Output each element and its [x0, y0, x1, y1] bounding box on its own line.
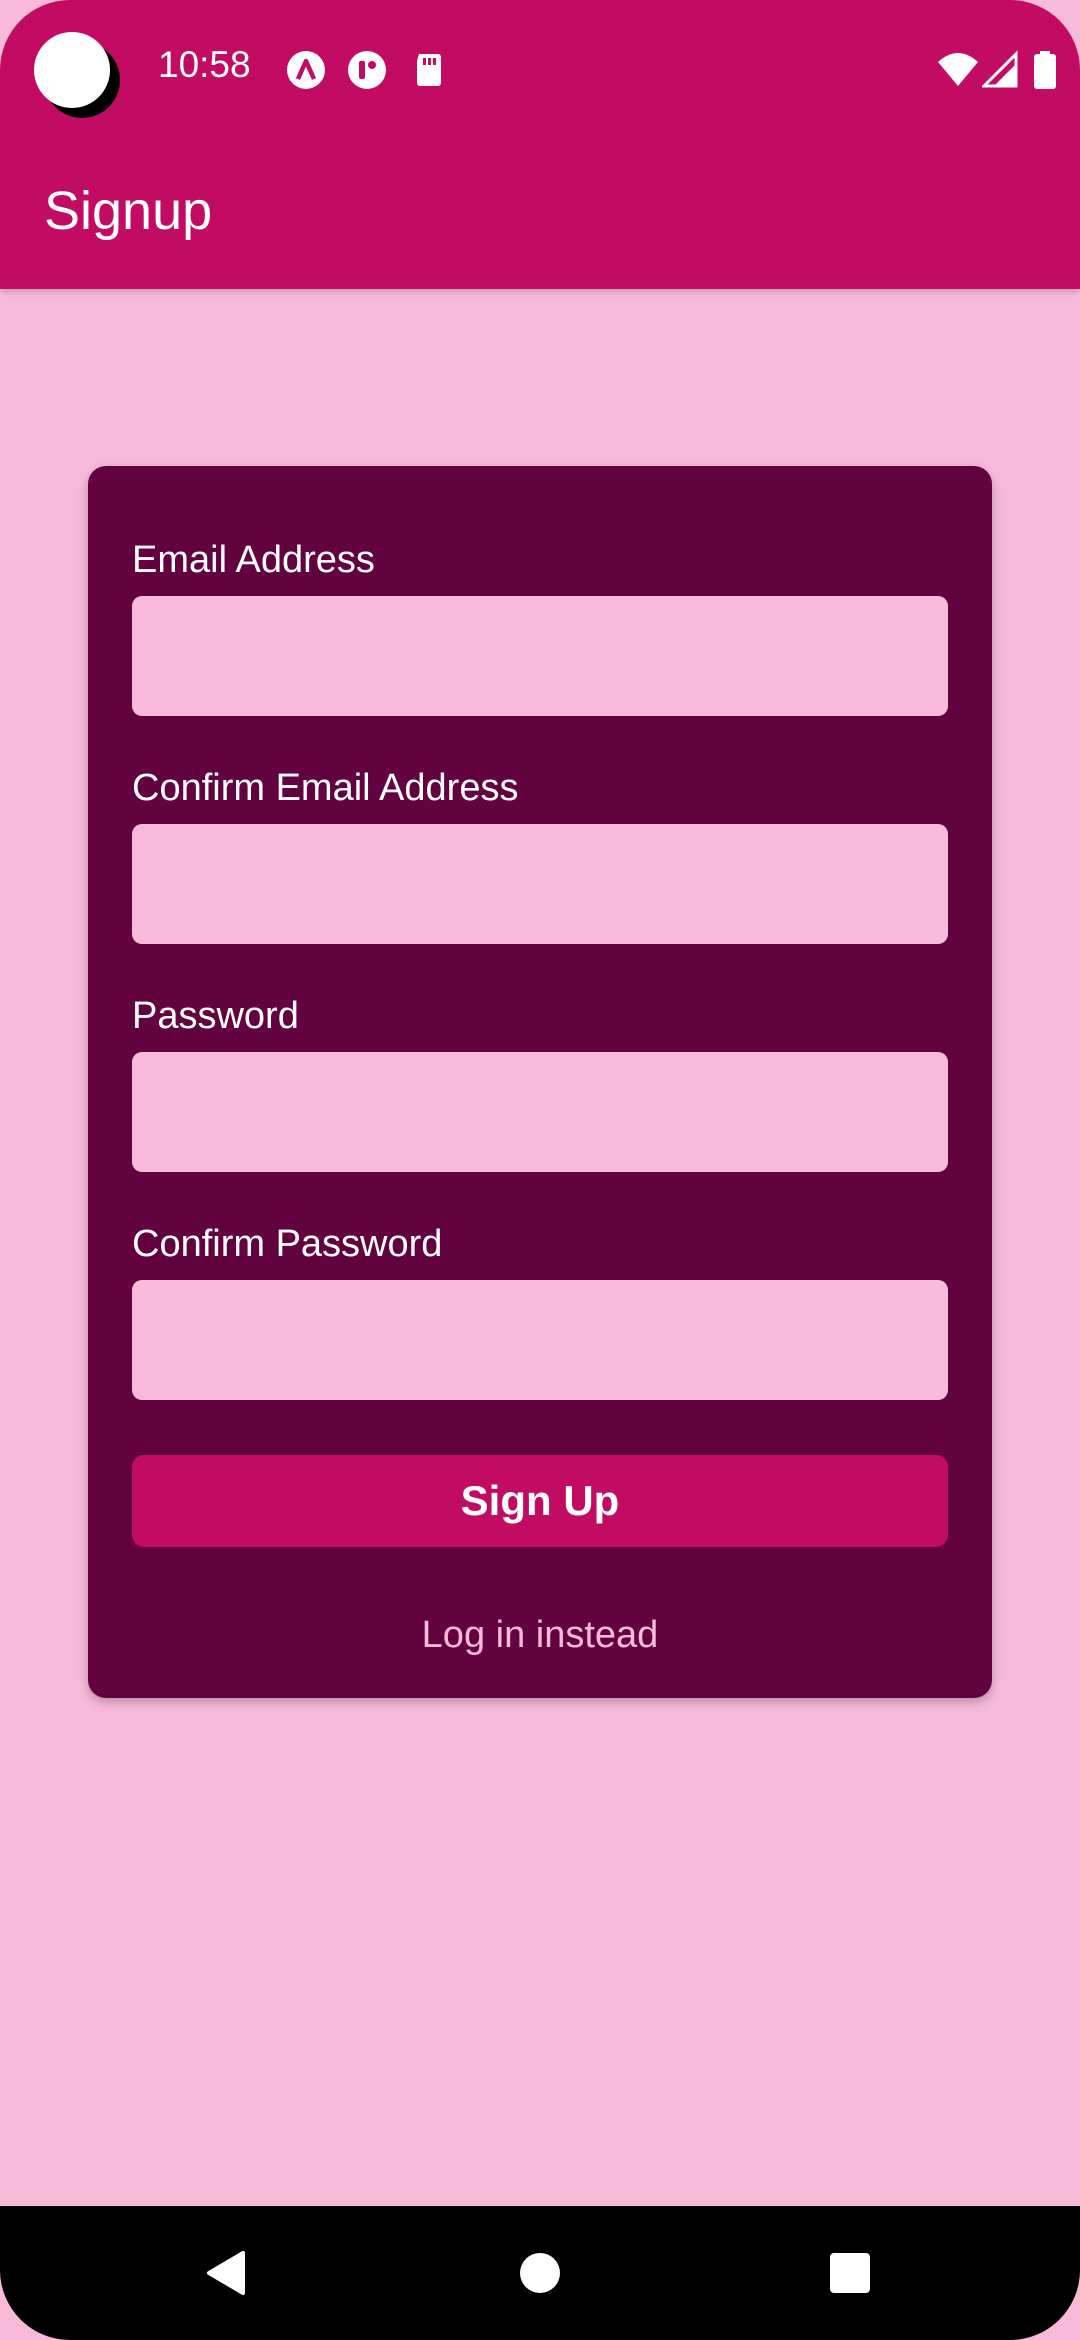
login-link[interactable]: Log in instead — [88, 1614, 992, 1657]
back-icon[interactable] — [190, 2206, 260, 2340]
top-app-bar: 10:58 Signup — [0, 0, 1080, 289]
status-time: 10:58 — [158, 44, 251, 85]
page-title: Signup — [44, 181, 213, 241]
signup-button[interactable]: Sign Up — [132, 1455, 948, 1547]
signup-card: Email Address Confirm Email Address Pass… — [88, 466, 992, 1698]
battery-icon — [1034, 51, 1056, 89]
wifi-icon — [938, 53, 978, 86]
password-label: Password — [132, 995, 299, 1037]
screen: 10:58 Signup Email Address Confirm Email… — [0, 0, 1080, 2340]
home-icon[interactable] — [505, 2206, 575, 2340]
email-field[interactable] — [132, 596, 948, 716]
navigation-bar — [0, 2206, 1080, 2340]
camera-cutout — [34, 32, 110, 108]
app-notification-icon — [287, 51, 325, 89]
confirm-password-field[interactable] — [132, 1280, 948, 1400]
password-field[interactable] — [132, 1052, 948, 1172]
confirm-email-field[interactable] — [132, 824, 948, 944]
email-label: Email Address — [132, 539, 375, 581]
app-notification-icon-2 — [348, 51, 386, 89]
confirm-email-label: Confirm Email Address — [132, 767, 519, 809]
recents-icon[interactable] — [815, 2206, 885, 2340]
cell-signal-icon — [982, 50, 1018, 88]
confirm-password-label: Confirm Password — [132, 1223, 443, 1265]
sd-card-icon — [417, 54, 441, 86]
